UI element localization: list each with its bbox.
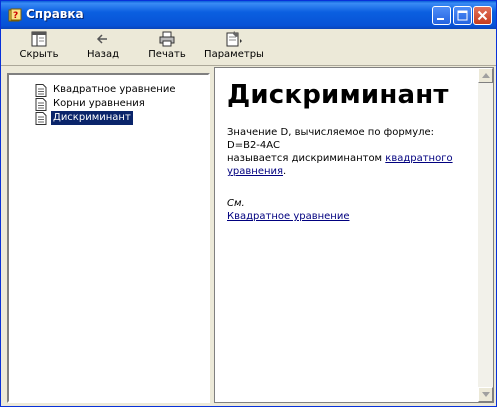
topic-pane: Дискриминант Значение D, вычисляемое по … — [214, 67, 494, 403]
close-button[interactable] — [473, 6, 492, 25]
tree-item-label: Квадратное уравнение — [53, 84, 176, 95]
print-button[interactable]: Печать — [141, 30, 193, 64]
minimize-button[interactable] — [432, 6, 451, 25]
vertical-scrollbar[interactable] — [478, 68, 493, 402]
definition-line: называется дискриминантом квадратного ур… — [227, 152, 473, 178]
tree-item-label: Дискриминант — [50, 110, 134, 126]
svg-text:?: ? — [13, 11, 18, 21]
topic-content: Дискриминант Значение D, вычисляемое по … — [227, 80, 473, 223]
back-arrow-icon — [96, 34, 107, 44]
tree-item-label: Корни уравнения — [53, 98, 145, 109]
definition-period: . — [283, 166, 287, 177]
hide-label: Скрыть — [19, 49, 59, 60]
contents-pane: Квадратное уравнение Корни уравнения Дис… — [7, 73, 210, 403]
options-icon — [226, 31, 242, 47]
hide-button[interactable]: Скрыть — [11, 30, 67, 64]
window-title: Справка — [26, 7, 84, 21]
help-window: ? Справка Скрыть Назад Печать Параметры … — [0, 0, 497, 407]
toolbar: Скрыть Назад Печать Параметры — [1, 29, 496, 66]
topic-body: Значение D, вычисляемое по формуле: D=B2… — [227, 126, 473, 178]
maximize-icon — [457, 10, 468, 21]
scroll-up-button[interactable] — [478, 68, 493, 83]
scroll-down-button[interactable] — [478, 387, 493, 402]
see-also-line: Квадратное уравнение — [227, 210, 473, 223]
topic-tree[interactable]: Квадратное уравнение Корни уравнения Дис… — [7, 73, 210, 403]
see-also-label: См. — [227, 198, 245, 209]
title-bar[interactable]: ? Справка — [1, 1, 496, 29]
options-button[interactable]: Параметры — [201, 30, 267, 64]
arrow-up-icon — [482, 73, 490, 78]
formula: D=B2-4AC — [227, 140, 280, 151]
maximize-button[interactable] — [453, 6, 472, 25]
definition-text: называется дискриминантом — [227, 153, 386, 164]
page-icon — [35, 84, 47, 97]
page-icon — [35, 98, 47, 111]
formula-intro: Значение D, вычисляемое по формуле: — [227, 127, 435, 138]
hide-pane-icon — [31, 31, 47, 47]
back-button[interactable]: Назад — [77, 30, 129, 64]
help-book-icon: ? — [7, 7, 23, 23]
arrow-down-icon — [482, 392, 490, 397]
print-label: Печать — [148, 49, 186, 60]
back-label: Назад — [86, 49, 119, 60]
see-also-link[interactable]: Квадратное уравнение — [227, 211, 350, 222]
printer-icon — [159, 31, 175, 47]
topic-title: Дискриминант — [227, 80, 449, 110]
minimize-icon — [437, 18, 444, 20]
options-label: Параметры — [204, 49, 264, 60]
close-icon — [477, 10, 488, 21]
page-icon — [35, 112, 47, 125]
